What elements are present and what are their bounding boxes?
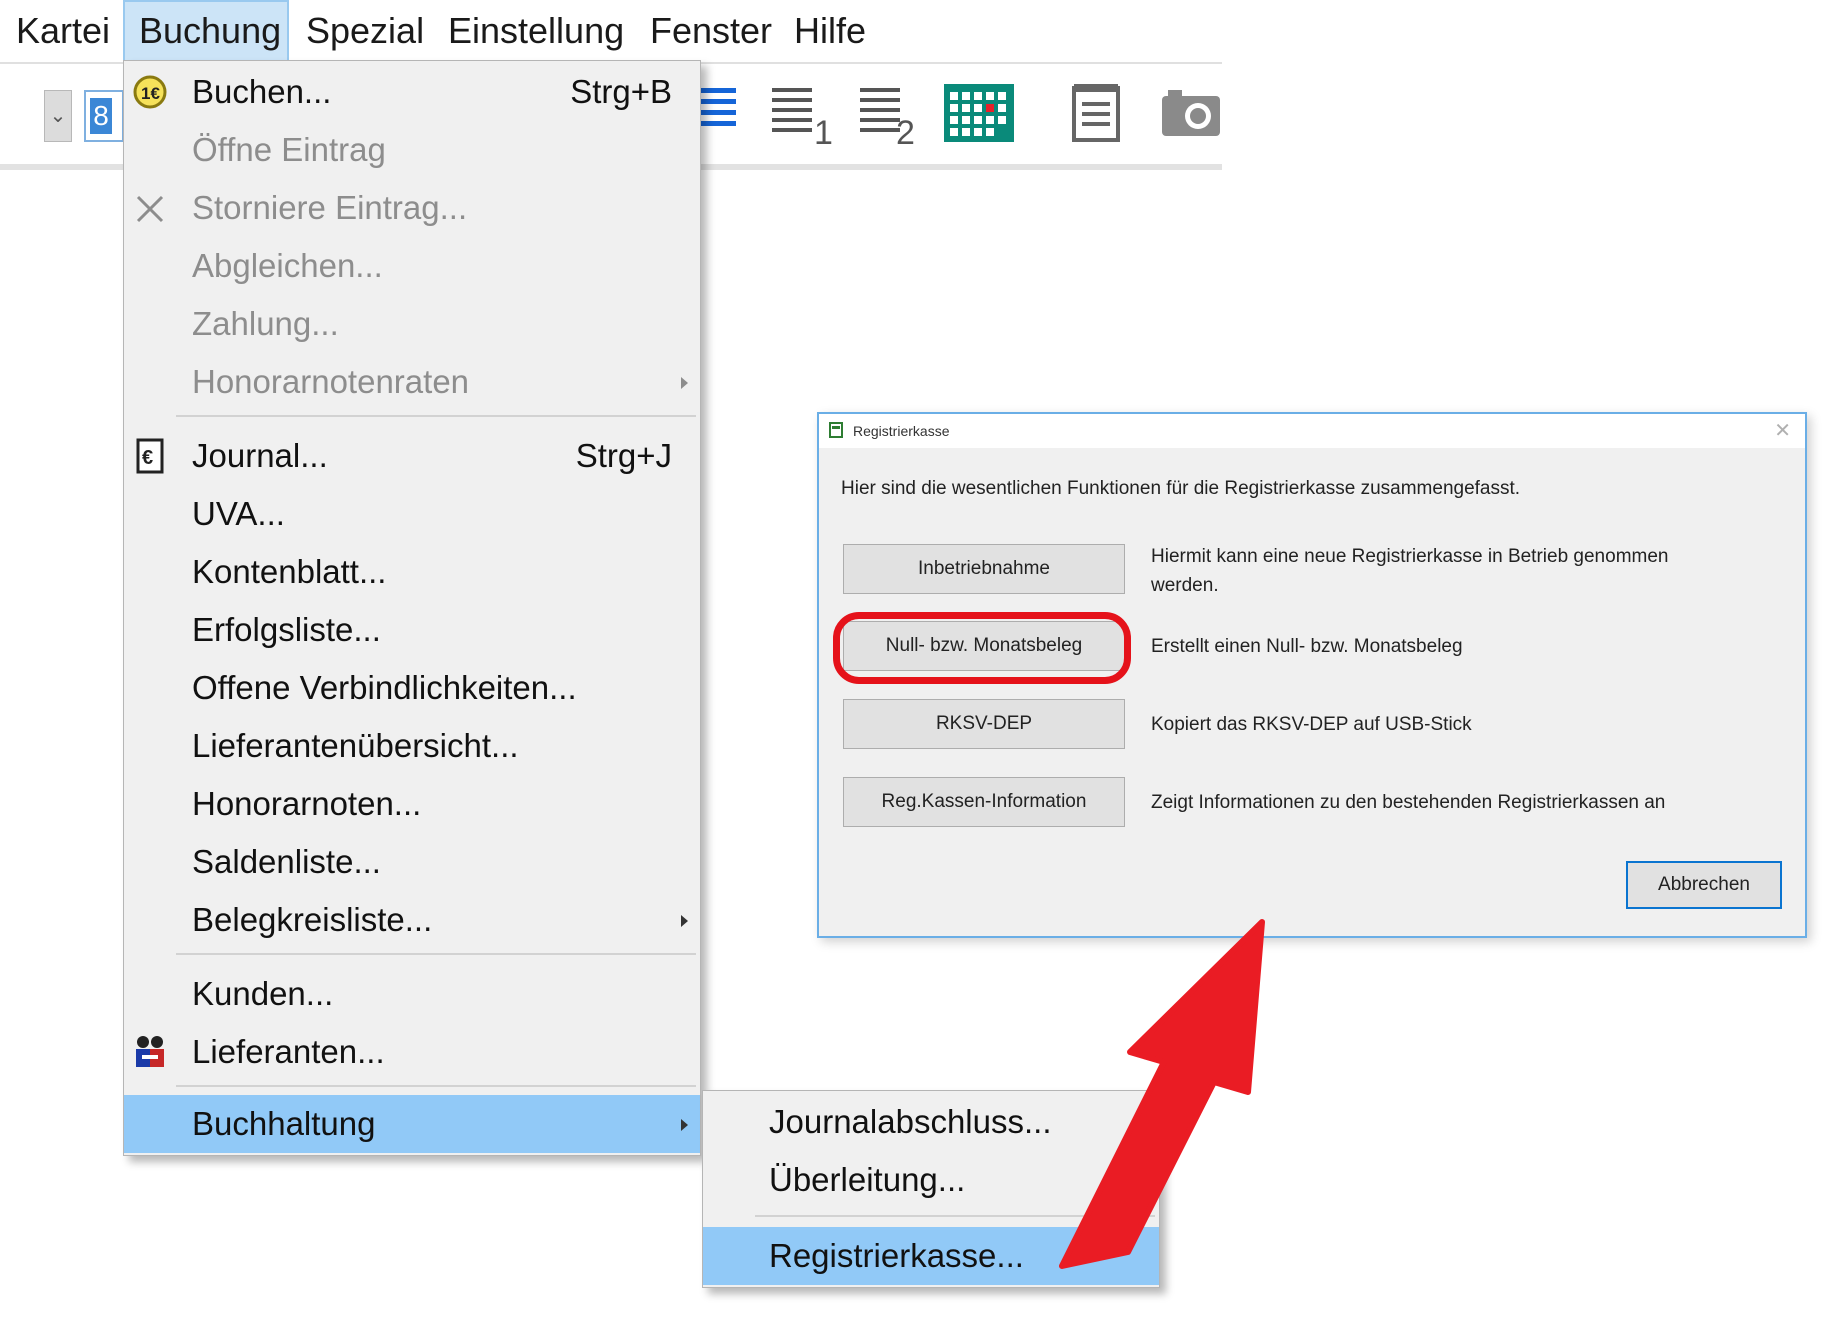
menu-item-label: Buchhaltung: [192, 1105, 376, 1142]
menu-item-label: Abgleichen...: [192, 247, 383, 284]
menu-item-label: Öffne Eintrag: [192, 131, 386, 168]
null-monatsbeleg-description: Erstellt einen Null- bzw. Monatsbeleg: [1151, 636, 1463, 657]
menu-fenster[interactable]: Fenster: [636, 0, 786, 62]
submenu-item-registrierkasse[interactable]: Registrierkasse...: [703, 1227, 1159, 1285]
submenu-item-journalabschluss[interactable]: Journalabschluss...: [703, 1093, 1159, 1151]
menu-item-label: Lieferantenübersicht...: [192, 727, 519, 764]
menu-item-buchhaltung[interactable]: Buchhaltung: [124, 1095, 700, 1153]
svg-text:2: 2: [896, 114, 915, 152]
menu-item-label: Offene Verbindlichkeiten...: [192, 669, 577, 706]
toolbar-input[interactable]: 8: [84, 90, 124, 142]
submenu-item-label: Registrierkasse...: [769, 1237, 1024, 1274]
menu-item-label: Journal...: [192, 437, 328, 474]
menu-separator: [176, 953, 696, 955]
menu-item-label: Storniere Eintrag...: [192, 189, 468, 226]
menu-item-lieferanten[interactable]: Lieferanten...: [124, 1023, 700, 1081]
menu-item-kunden[interactable]: Kunden...: [124, 965, 700, 1023]
euro-icon: €: [136, 438, 164, 474]
menu-item-label: Saldenliste...: [192, 843, 381, 880]
annotation-highlight-ring: [833, 612, 1131, 684]
suppliers-icon: [136, 1036, 164, 1067]
cash-register-icon: [829, 422, 843, 438]
menu-item-label: Honorarnotenraten: [192, 363, 470, 400]
menu-item-shortcut: Strg+J: [575, 437, 672, 474]
menu-item-belegkreisliste[interactable]: Belegkreisliste...: [124, 891, 700, 949]
toolbar-input-value: 8: [90, 98, 112, 134]
menu-item-label: UVA...: [192, 495, 285, 532]
rksv-dep-description: Kopiert das RKSV-DEP auf USB-Stick: [1151, 714, 1472, 735]
buchhaltung-submenu: Journalabschluss... Überleitung... Regis…: [702, 1090, 1160, 1288]
menu-item-honorarnotenraten: Honorarnotenraten: [124, 353, 700, 411]
align-justify-icon[interactable]: [700, 82, 740, 142]
close-icon[interactable]: ✕: [1774, 414, 1791, 448]
menu-item-label: Zahlung...: [192, 305, 339, 342]
menu-item-saldenliste[interactable]: Saldenliste...: [124, 833, 700, 891]
menu-hilfe[interactable]: Hilfe: [780, 0, 880, 62]
dialog-titlebar: Registrierkasse ✕: [819, 414, 1805, 448]
menu-item-buchen[interactable]: 1€ Buchen... Strg+B: [124, 63, 700, 121]
menu-item-shortcut: Strg+B: [570, 73, 672, 110]
svg-text:1: 1: [814, 114, 833, 152]
menu-einstellung[interactable]: Einstellung: [434, 0, 638, 62]
menu-item-label: Buchen...: [192, 73, 332, 110]
regkassen-information-button[interactable]: Reg.Kassen-Information: [843, 777, 1125, 827]
menu-item-label: Kunden...: [192, 975, 334, 1012]
menu-item-oeffne-eintrag: Öffne Eintrag: [124, 121, 700, 179]
menu-item-honorarnoten[interactable]: Honorarnoten...: [124, 775, 700, 833]
menu-item-label: Erfolgsliste...: [192, 611, 381, 648]
menu-bar: Kartei Buchung Spezial Einstellung Fenst…: [0, 0, 1222, 64]
menu-spezial[interactable]: Spezial: [292, 0, 438, 62]
buchung-dropdown-menu: 1€ Buchen... Strg+B Öffne Eintrag Storni…: [123, 60, 701, 1156]
menu-item-label: Belegkreisliste...: [192, 901, 433, 938]
menu-item-journal[interactable]: € Journal... Strg+J: [124, 427, 700, 485]
svg-text:€: €: [142, 447, 153, 469]
menu-kartei[interactable]: Kartei: [2, 0, 124, 62]
menu-item-zahlung: Zahlung...: [124, 295, 700, 353]
menu-buchung[interactable]: Buchung: [123, 0, 289, 62]
abbrechen-button[interactable]: Abbrechen: [1626, 861, 1782, 909]
combo-dropdown-button[interactable]: ⌄: [44, 90, 72, 142]
rksv-dep-button[interactable]: RKSV-DEP: [843, 699, 1125, 749]
screenshot-stage: Kartei Buchung Spezial Einstellung Fenst…: [0, 0, 1824, 1330]
inbetriebnahme-description: Hiermit kann eine neue Registrierkasse i…: [1151, 546, 1669, 596]
menu-separator: [176, 415, 696, 417]
inbetriebnahme-button[interactable]: Inbetriebnahme: [843, 544, 1125, 594]
submenu-item-label: Journalabschluss...: [769, 1103, 1052, 1140]
menu-item-kontenblatt[interactable]: Kontenblatt...: [124, 543, 700, 601]
booking-icon: 1€: [133, 75, 167, 109]
svg-text:1€: 1€: [141, 84, 160, 103]
menu-item-uva[interactable]: UVA...: [124, 485, 700, 543]
submenu-arrow-icon: [681, 1119, 688, 1131]
notepad-icon[interactable]: [1072, 82, 1122, 146]
list-1-icon[interactable]: 1: [770, 82, 834, 152]
menu-item-label: Kontenblatt...: [192, 553, 387, 590]
menu-item-storniere-eintrag: Storniere Eintrag...: [124, 179, 700, 237]
menu-item-label: Honorarnoten...: [192, 785, 422, 822]
menu-item-erfolgsliste[interactable]: Erfolgsliste...: [124, 601, 700, 659]
menu-separator: [176, 1085, 696, 1087]
dialog-intro-text: Hier sind die wesentlichen Funktionen fü…: [841, 478, 1521, 499]
menu-item-lieferantenuebersicht[interactable]: Lieferantenübersicht...: [124, 717, 700, 775]
calendar-grid-icon[interactable]: [944, 82, 1016, 146]
menu-item-label: Lieferanten...: [192, 1033, 385, 1070]
menu-item-offene-verbindlichkeiten[interactable]: Offene Verbindlichkeiten...: [124, 659, 700, 717]
submenu-arrow-icon: [681, 915, 688, 927]
list-2-icon[interactable]: 2: [858, 82, 922, 152]
cancel-x-icon: [136, 195, 164, 223]
menu-separator: [755, 1215, 1155, 1217]
menu-item-abgleichen: Abgleichen...: [124, 237, 700, 295]
regkassen-information-description: Zeigt Informationen zu den bestehenden R…: [1151, 792, 1666, 813]
submenu-item-label: Überleitung...: [769, 1161, 966, 1198]
submenu-arrow-icon: [681, 377, 688, 389]
dialog-title: Registrierkasse: [853, 423, 950, 439]
submenu-item-ueberleitung[interactable]: Überleitung...: [703, 1151, 1159, 1209]
camera-icon[interactable]: [1160, 82, 1224, 146]
